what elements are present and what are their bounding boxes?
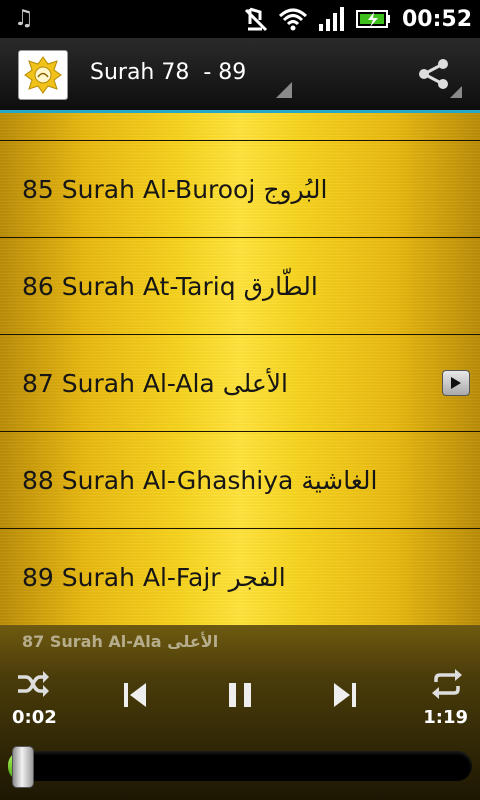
list-item[interactable]: 89 Surah Al-Fajr الفجر (0, 529, 480, 625)
surah-name: 89 Surah Al-Fajr (22, 562, 221, 592)
seek-handle[interactable] (12, 746, 34, 788)
total-duration: 1:19 (423, 707, 468, 728)
surah-list[interactable]: 85 Surah Al-Burooj البُروج 86 Surah At-Ta… (0, 113, 480, 625)
surah-name: 88 Surah Al-Ghashiya (22, 465, 294, 495)
audio-player: 87 Surah Al-Ala الأعلى 0:02 1:19 (0, 625, 480, 800)
shuffle-icon[interactable] (16, 669, 50, 699)
repeat-icon[interactable] (430, 669, 464, 699)
surah-name: 86 Surah At-Tariq (22, 271, 236, 301)
status-bar: ♫ 00:52 (0, 0, 480, 38)
surah-name: 87 Surah Al-Ala (22, 368, 215, 398)
app-logo-icon[interactable] (18, 50, 68, 100)
music-note-icon: ♫ (14, 6, 34, 31)
share-icon[interactable] (416, 56, 452, 92)
seek-bar[interactable] (8, 751, 472, 781)
wifi-icon (278, 8, 307, 31)
battery-charging-icon (355, 10, 390, 28)
action-bar: Surah 78 - 89 (0, 38, 480, 113)
mute-icon (244, 7, 268, 32)
previous-icon[interactable] (122, 681, 148, 709)
now-playing-title: 87 Surah Al-Ala الأعلى (22, 632, 218, 651)
now-playing-name: 87 Surah Al-Ala (22, 632, 162, 651)
surah-arabic-name: البُروج (263, 174, 328, 204)
surah-arabic-name: الغاشية (301, 465, 378, 495)
elapsed-time: 0:02 (12, 707, 57, 728)
list-item[interactable]: 85 Surah Al-Burooj البُروج (0, 141, 480, 238)
surah-arabic-name: الطّارق (243, 271, 318, 301)
next-icon[interactable] (332, 681, 358, 709)
list-item-playing[interactable]: 87 Surah Al-Ala الأعلى (0, 335, 480, 432)
signal-icon (318, 7, 344, 31)
list-item-partial[interactable] (0, 113, 480, 141)
surah-arabic-name: الفجر (228, 562, 286, 592)
list-item[interactable]: 88 Surah Al-Ghashiya الغاشية (0, 432, 480, 529)
now-playing-icon (442, 370, 470, 396)
clock: 00:52 (401, 6, 472, 32)
pause-icon[interactable] (226, 681, 254, 709)
surah-arabic-name: الأعلى (222, 368, 288, 398)
list-item[interactable]: 86 Surah At-Tariq الطّارق (0, 238, 480, 335)
dropdown-indicator-icon (276, 82, 292, 98)
overflow-indicator-icon (450, 86, 462, 98)
page-title[interactable]: Surah 78 - 89 (90, 60, 246, 85)
now-playing-arabic: الأعلى (167, 632, 219, 651)
surah-name: 85 Surah Al-Burooj (22, 174, 256, 204)
